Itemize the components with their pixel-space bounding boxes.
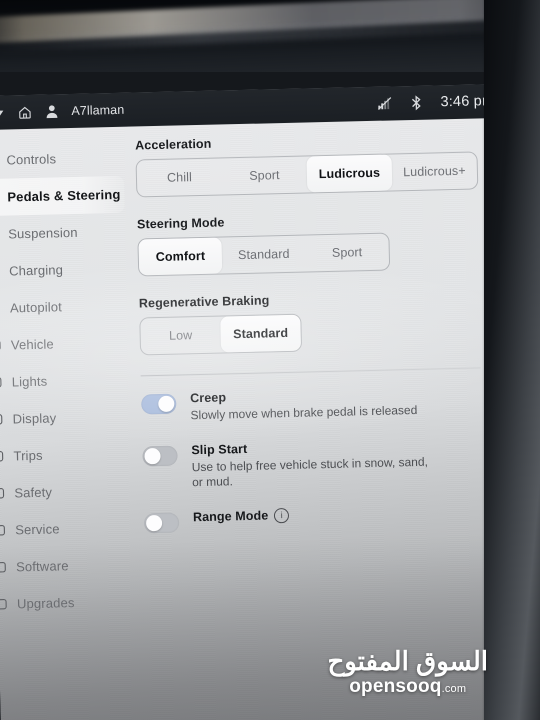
- steering-mode-title: Steering Mode: [136, 215, 225, 232]
- regenerative-braking-section: Regenerative Braking Low Standard: [138, 288, 490, 356]
- creep-toggle[interactable]: [141, 393, 177, 415]
- acceleration-section: Acceleration Chill Sport Ludicrous Ludicrou…: [135, 130, 486, 198]
- toggle-text-creep: Creep Slowly move when brake pedal is rel…: [190, 386, 418, 424]
- home-icon[interactable]: [17, 104, 32, 119]
- regenerative-braking-segmented-control[interactable]: Low Standard: [139, 313, 303, 356]
- service-icon: [0, 524, 8, 537]
- lights-icon: [0, 376, 5, 389]
- sidebar-item-lights[interactable]: Lights: [0, 361, 129, 401]
- sidebar-item-label: Lights: [11, 373, 48, 390]
- settings-sidebar: Controls Pedals & Steering Suspension Charg…: [0, 139, 134, 623]
- sidebar-item-autopilot[interactable]: Autopilot: [0, 287, 127, 327]
- info-circle-icon[interactable]: i: [274, 507, 290, 524]
- trips-icon: [0, 450, 7, 463]
- sidebar-item-service[interactable]: Service: [0, 509, 133, 549]
- toggle-label: Creep: [190, 386, 417, 405]
- sidebar-item-software[interactable]: Software: [0, 546, 134, 586]
- toggle-text-range-mode: Range Mode i: [192, 507, 290, 525]
- sidebar-item-safety[interactable]: Safety: [0, 472, 132, 512]
- bolt-icon[interactable]: [0, 104, 5, 121]
- sidebar-item-upgrades[interactable]: Upgrades: [0, 583, 134, 623]
- toggle-row-range-mode: Range Mode i: [143, 503, 494, 534]
- sidebar-item-label: Upgrades: [16, 595, 75, 612]
- toggle-knob: [145, 514, 163, 532]
- regenerative-braking-option-low[interactable]: Low: [140, 317, 221, 355]
- sidebar-item-label: Software: [15, 558, 69, 575]
- toggle-text-slip-start: Slip Start Use to help free vehicle stuck…: [191, 437, 442, 491]
- range-mode-toggle[interactable]: [143, 512, 180, 534]
- sidebar-item-label: Pedals & Steering: [7, 186, 121, 205]
- toggle-label-text: Range Mode: [192, 508, 269, 525]
- sidebar-item-label: Trips: [13, 447, 43, 464]
- sidebar-item-label: Display: [12, 410, 57, 427]
- toggle-description: Use to help free vehicle stuck in snow, …: [191, 454, 429, 490]
- suspension-icon: [0, 228, 1, 241]
- sidebar-item-label: Autopilot: [9, 299, 63, 316]
- software-icon: [0, 561, 9, 574]
- steering-mode-option-sport[interactable]: Sport: [305, 234, 389, 272]
- acceleration-option-ludicrous[interactable]: Ludicrous+: [391, 152, 477, 190]
- watermark-english: opensooq.com: [327, 676, 488, 698]
- sidebar-item-label: Safety: [14, 484, 53, 501]
- sidebar-item-label: Charging: [8, 262, 64, 279]
- pedals-steering-icon: [0, 191, 1, 204]
- watermark-tld: .com: [441, 683, 467, 695]
- sidebar-item-label: Suspension: [8, 224, 78, 242]
- charging-icon: [0, 265, 2, 278]
- dashboard-bezel-top: [0, 0, 540, 72]
- toggle-row-creep: Creep Slowly move when brake pedal is rel…: [141, 384, 492, 425]
- touchscreen-display: A7llaman 3:46 pm Controls Pedals & Steer…: [0, 83, 540, 720]
- settings-main-panel: Acceleration Chill Sport Ludicrous Ludicrou…: [135, 130, 495, 552]
- sidebar-item-vehicle[interactable]: Vehicle: [0, 324, 128, 364]
- person-icon[interactable]: [45, 104, 58, 119]
- sidebar-item-pedals-steering[interactable]: Pedals & Steering: [0, 175, 125, 216]
- safety-icon: [0, 487, 8, 500]
- sidebar-item-display[interactable]: Display: [0, 398, 130, 438]
- toggle-label: Range Mode i: [192, 507, 290, 525]
- toggle-knob: [158, 395, 175, 413]
- slip-start-toggle[interactable]: [142, 445, 178, 467]
- acceleration-option-ludicrous[interactable]: Ludicrous: [306, 154, 393, 193]
- regenerative-braking-title: Regenerative Braking: [138, 293, 270, 311]
- steering-mode-section: Steering Mode Comfort Standard Sport: [136, 209, 488, 277]
- dashboard-bezel-right: [484, 0, 540, 720]
- toggle-label-text: Slip Start: [191, 441, 248, 457]
- sidebar-item-label: Vehicle: [10, 336, 55, 353]
- sidebar-item-controls[interactable]: Controls: [0, 139, 124, 179]
- sidebar-item-trips[interactable]: Trips: [0, 435, 131, 475]
- sidebar-item-charging[interactable]: Charging: [0, 250, 127, 290]
- toggle-description: Slowly move when brake pedal is released: [190, 402, 418, 423]
- upgrades-icon: [0, 598, 10, 611]
- photo-of-car-touchscreen: A7llaman 3:46 pm Controls Pedals & Steer…: [0, 0, 540, 720]
- acceleration-segmented-control[interactable]: Chill Sport Ludicrous Ludicrous+: [135, 151, 479, 198]
- sidebar-item-suspension[interactable]: Suspension: [0, 213, 126, 253]
- acceleration-option-sport[interactable]: Sport: [222, 156, 308, 194]
- autopilot-icon: [0, 302, 3, 315]
- opensooq-watermark: السوق المفتوح opensooq.com: [327, 645, 488, 698]
- bluetooth-icon[interactable]: [410, 95, 422, 111]
- toggle-knob: [144, 447, 161, 464]
- watermark-brand: opensooq: [349, 676, 442, 697]
- toggle-row-slip-start: Slip Start Use to help free vehicle stuck…: [142, 436, 493, 492]
- section-divider: [140, 367, 481, 377]
- steering-mode-option-comfort[interactable]: Comfort: [138, 237, 223, 276]
- vehicle-icon: [0, 339, 4, 352]
- status-bar-left: A7llaman: [0, 102, 124, 121]
- watermark-arabic: السوق المفتوح: [327, 645, 488, 676]
- steering-mode-segmented-control[interactable]: Comfort Standard Sport: [137, 232, 391, 277]
- toggle-label-text: Creep: [190, 390, 227, 406]
- display-icon: [0, 413, 6, 426]
- cellular-signal-off-icon[interactable]: [377, 96, 392, 110]
- status-bar-username[interactable]: A7llaman: [71, 103, 124, 118]
- toggle-list: Creep Slowly move when brake pedal is rel…: [141, 384, 494, 534]
- regenerative-braking-option-standard[interactable]: Standard: [220, 314, 302, 353]
- sidebar-item-label: Service: [15, 521, 60, 538]
- steering-mode-option-standard[interactable]: Standard: [222, 236, 306, 274]
- sidebar-item-label: Controls: [6, 151, 57, 168]
- acceleration-option-chill[interactable]: Chill: [137, 158, 223, 196]
